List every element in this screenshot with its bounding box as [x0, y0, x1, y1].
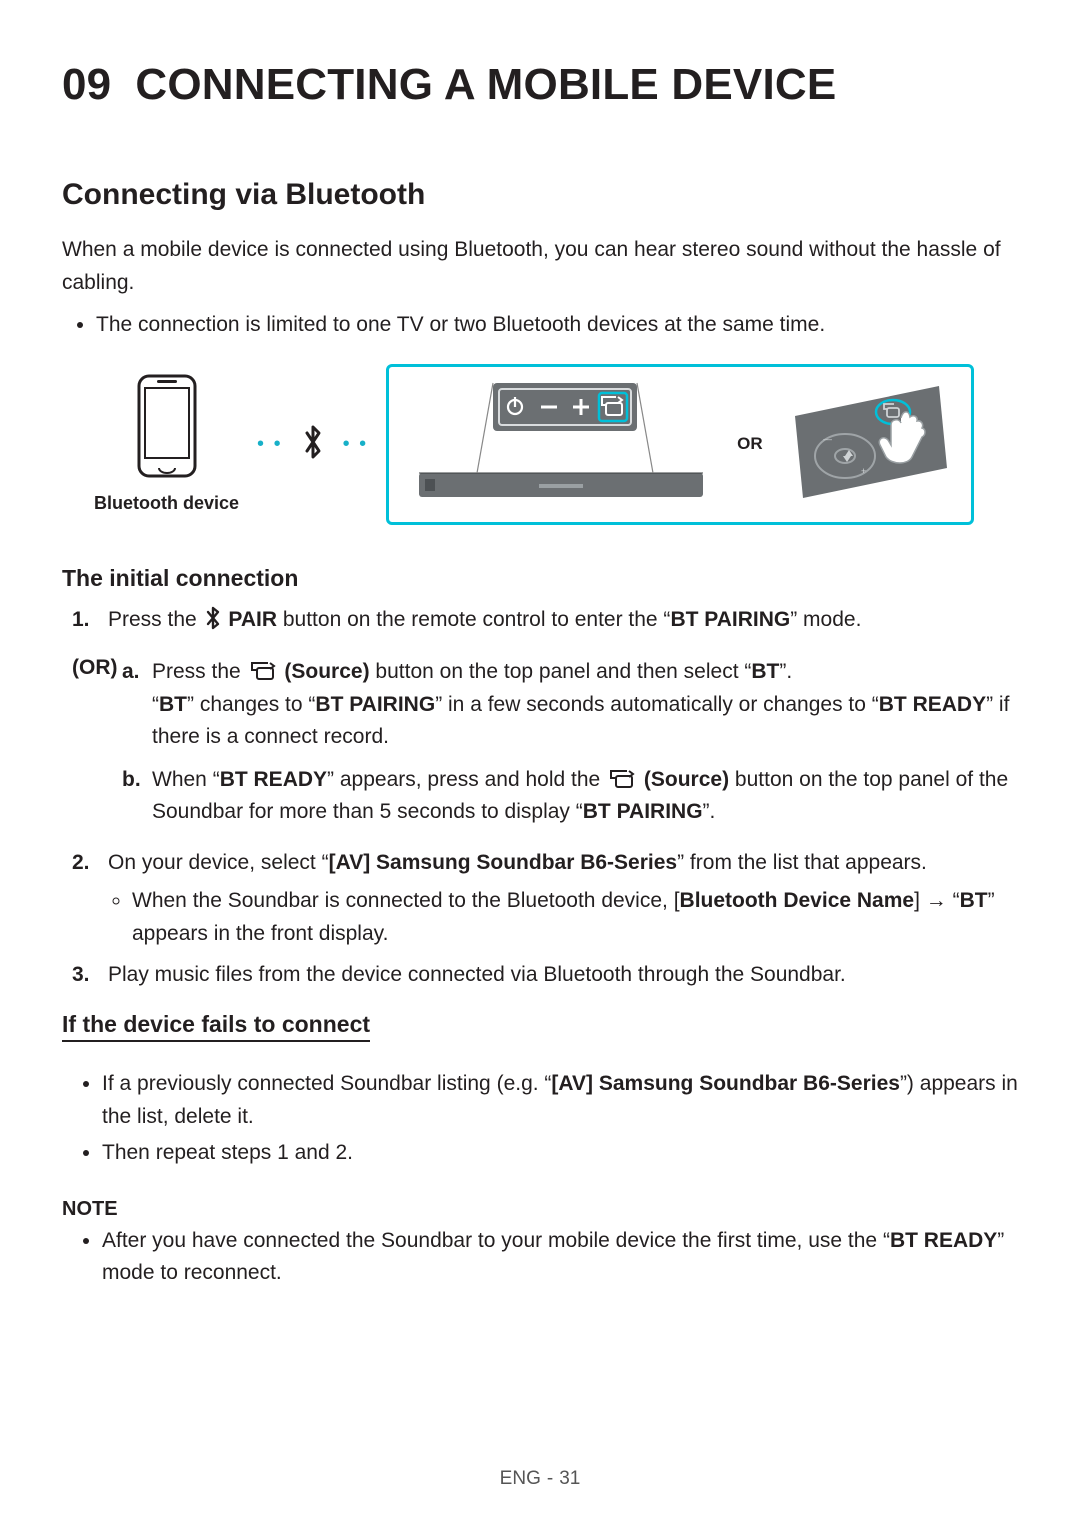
chapter-heading: 09 CONNECTING A MOBILE DEVICE [62, 60, 1018, 110]
intro-paragraph: When a mobile device is connected using … [62, 234, 1018, 299]
svg-text:—: — [823, 434, 832, 444]
footer-language: ENG [500, 1468, 541, 1489]
bluetooth-pair-icon [205, 607, 221, 629]
note-bullet-list: After you have connected the Soundbar to… [62, 1225, 1018, 1290]
svg-text:+: + [861, 466, 866, 476]
connection-dots-left: • • [257, 433, 283, 456]
soundbar-top-panel-icon [411, 377, 711, 512]
bluetooth-icon [301, 423, 325, 466]
bt-ready-label: BT READY [220, 768, 327, 791]
step-text: button on the remote control to enter th… [283, 608, 671, 631]
step-3: 3. Play music files from the device conn… [72, 959, 1018, 992]
note-heading: NOTE [62, 1198, 1018, 1221]
list-item: When the Soundbar is connected to the Bl… [132, 885, 1018, 950]
step-text: After you have connected the Soundbar to… [102, 1229, 890, 1252]
list-item: After you have connected the Soundbar to… [102, 1225, 1018, 1290]
page-footer: ENG-31 [0, 1468, 1080, 1490]
soundbar-frame: OR — + [386, 364, 974, 525]
step-text: Play music files from the device connect… [108, 963, 846, 986]
intro-bullet-list: The connection is limited to one TV or t… [62, 309, 1018, 342]
list-item: Then repeat steps 1 and 2. [102, 1137, 1018, 1170]
footer-separator: - [547, 1468, 553, 1489]
bt-ready-label: BT READY [879, 693, 986, 716]
step-text: On your device, select “ [108, 851, 329, 874]
or-label: (OR) [72, 656, 122, 680]
step-text: ” appears, press and hold the [327, 768, 606, 791]
device-name: [AV] Samsung Soundbar B6-Series [551, 1072, 900, 1095]
or-alternative-row: (OR) a. Press the (Source) button on the… [72, 656, 1018, 839]
phone-icon [137, 374, 197, 483]
step-number: 1. [72, 604, 90, 637]
sub-step-label: a. [122, 656, 140, 689]
step-number: 2. [72, 847, 90, 880]
subheading-initial-connection: The initial connection [62, 565, 1018, 592]
step-number: 3. [72, 959, 90, 992]
step-text: Press the [152, 660, 247, 683]
bt-label: BT [960, 889, 988, 912]
fails-bullet-list: If a previously connected Soundbar listi… [62, 1068, 1018, 1170]
step-2: 2. On your device, select “[AV] Samsung … [72, 847, 1018, 951]
phone-caption: Bluetooth device [94, 493, 239, 514]
chapter-title: CONNECTING A MOBILE DEVICE [135, 60, 836, 109]
bt-pairing-label: BT PAIRING [670, 608, 790, 631]
step-text: ”. [703, 800, 716, 823]
step-text: button on the top panel and then select … [375, 660, 751, 683]
soundbar-touch-panel-icon: — + [789, 382, 949, 507]
step-text: ” mode. [790, 608, 861, 631]
chapter-number: 09 [62, 60, 111, 109]
figure-or-label: OR [737, 434, 763, 454]
source-icon [608, 769, 636, 789]
sub-step-label: b. [122, 764, 141, 797]
subheading-fails-to-connect: If the device fails to connect [62, 1011, 370, 1042]
step-text: ” in a few seconds automatically or chan… [435, 693, 879, 716]
bt-label: BT [751, 660, 779, 683]
sub-step-b: b. When “BT READY” appears, press and ho… [122, 764, 1018, 829]
step-text: ] → “ [914, 889, 960, 912]
source-icon [249, 661, 277, 681]
device-name: [AV] Samsung Soundbar B6-Series [329, 851, 678, 874]
sub-step-a: a. Press the (Source) button on the top … [122, 656, 1018, 754]
bt-pairing-label: BT PAIRING [583, 800, 703, 823]
step-text: “ [152, 693, 159, 716]
bt-pairing-label: BT PAIRING [315, 693, 435, 716]
section-heading: Connecting via Bluetooth [62, 178, 1018, 212]
connection-dots-right: • • [343, 433, 369, 456]
step-1: 1. Press the PAIR button on the remote c… [72, 604, 1018, 637]
bt-label: BT [159, 693, 187, 716]
list-item: If a previously connected Soundbar listi… [102, 1068, 1018, 1133]
step-text: ” changes to “ [187, 693, 315, 716]
figure-row: Bluetooth device • • • • [94, 364, 1018, 525]
step-text: Press the [108, 608, 203, 631]
source-label: (Source) [284, 660, 369, 683]
source-label: (Source) [644, 768, 729, 791]
pair-label: PAIR [228, 608, 277, 631]
list-item: The connection is limited to one TV or t… [96, 309, 1018, 342]
manual-page: 09 CONNECTING A MOBILE DEVICE Connecting … [0, 0, 1080, 1532]
footer-page-number: 31 [559, 1468, 580, 1489]
bluetooth-device-name-label: Bluetooth Device Name [680, 889, 915, 912]
sub-steps-list: a. Press the (Source) button on the top … [122, 656, 1018, 839]
steps-list-cont: 2. On your device, select “[AV] Samsung … [62, 847, 1018, 991]
phone-figure: Bluetooth device [94, 374, 239, 514]
step-text: When “ [152, 768, 220, 791]
bt-ready-label: BT READY [890, 1229, 997, 1252]
steps-list: 1. Press the PAIR button on the remote c… [62, 604, 1018, 637]
step-text: ” from the list that appears. [677, 851, 927, 874]
step-text: ”. [779, 660, 792, 683]
step-text: If a previously connected Soundbar listi… [102, 1072, 551, 1095]
inner-bullet-list: When the Soundbar is connected to the Bl… [108, 885, 1018, 950]
step-text: When the Soundbar is connected to the Bl… [132, 889, 680, 912]
